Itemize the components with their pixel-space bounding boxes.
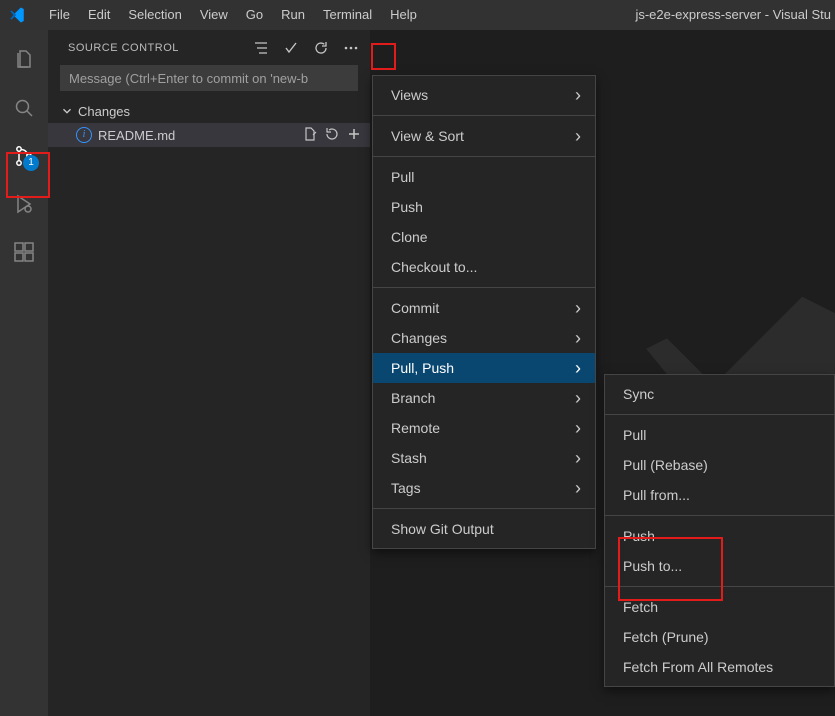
file-type-icon: i [76,127,92,143]
source-control-icon[interactable]: 1 [0,132,48,180]
panel-header: SOURCE CONTROL [48,30,370,65]
source-control-panel: SOURCE CONTROL Message (Ctrl+Enter to co… [48,30,370,716]
menu-item-fetch-prune[interactable]: Fetch (Prune) [605,622,834,652]
menu-item-tags[interactable]: Tags [373,473,595,503]
menu-separator [373,508,595,509]
scm-badge: 1 [23,155,39,171]
scm-context-menu: Views View & Sort PullPushCloneCheckout to… [372,75,596,549]
menu-item-views[interactable]: Views [373,80,595,110]
menu-view[interactable]: View [191,0,237,30]
menu-item-fetch-from-all-remotes[interactable]: Fetch From All Remotes [605,652,834,682]
menu-separator [605,586,834,587]
menu-item-view-sort[interactable]: View & Sort [373,121,595,151]
pull-push-submenu: Sync PullPull (Rebase)Pull from... PushPus… [604,374,835,687]
menu-run[interactable]: Run [272,0,314,30]
menu-item-fetch[interactable]: Fetch [605,592,834,622]
menu-item-checkout-to[interactable]: Checkout to... [373,252,595,282]
stage-changes-icon[interactable] [346,126,362,145]
menu-item-commit[interactable]: Commit [373,293,595,323]
chevron-down-icon [60,104,74,118]
menu-separator [605,515,834,516]
menu-item-pull-push[interactable]: Pull, Push [373,353,595,383]
menu-item-show-git-output[interactable]: Show Git Output [373,514,595,544]
menu-item-stash[interactable]: Stash [373,443,595,473]
menu-separator [373,156,595,157]
changes-section[interactable]: Changes [48,99,370,123]
menu-item-push[interactable]: Push [373,192,595,222]
commit-message-input[interactable]: Message (Ctrl+Enter to commit on 'new-b [60,65,358,91]
refresh-icon[interactable] [310,37,332,59]
menu-item-push[interactable]: Push [605,521,834,551]
menu-item-sync[interactable]: Sync [605,379,834,409]
menu-item-changes[interactable]: Changes [373,323,595,353]
panel-title: SOURCE CONTROL [68,42,179,54]
search-icon[interactable] [0,84,48,132]
more-actions-icon[interactable] [340,37,362,59]
menu-separator [373,287,595,288]
menu-edit[interactable]: Edit [79,0,119,30]
menu-selection[interactable]: Selection [119,0,190,30]
menu-go[interactable]: Go [237,0,272,30]
menu-terminal[interactable]: Terminal [314,0,381,30]
menu-item-pull[interactable]: Pull [373,162,595,192]
explorer-icon[interactable] [0,36,48,84]
open-file-icon[interactable] [302,126,318,145]
menu-item-pull-from[interactable]: Pull from... [605,480,834,510]
discard-changes-icon[interactable] [324,126,340,145]
menu-file[interactable]: File [40,0,79,30]
menu-separator [373,115,595,116]
view-as-tree-icon[interactable] [250,37,272,59]
menu-item-pull-rebase[interactable]: Pull (Rebase) [605,450,834,480]
menu-item-remote[interactable]: Remote [373,413,595,443]
menu-separator [605,414,834,415]
menu-item-pull[interactable]: Pull [605,420,834,450]
menubar: File Edit Selection View Go Run Terminal… [0,0,835,30]
extensions-icon[interactable] [0,228,48,276]
commit-icon[interactable] [280,37,302,59]
menu-item-clone[interactable]: Clone [373,222,595,252]
changed-file-row[interactable]: i README.md [48,123,370,147]
menu-item-branch[interactable]: Branch [373,383,595,413]
changes-label: Changes [78,104,130,119]
menu-item-push-to[interactable]: Push to... [605,551,834,581]
window-title: js-e2e-express-server - Visual Stu [631,0,835,30]
run-debug-icon[interactable] [0,180,48,228]
activity-bar: 1 [0,30,48,716]
file-name: README.md [98,128,175,143]
vscode-logo-icon [8,6,26,24]
menu-help[interactable]: Help [381,0,426,30]
